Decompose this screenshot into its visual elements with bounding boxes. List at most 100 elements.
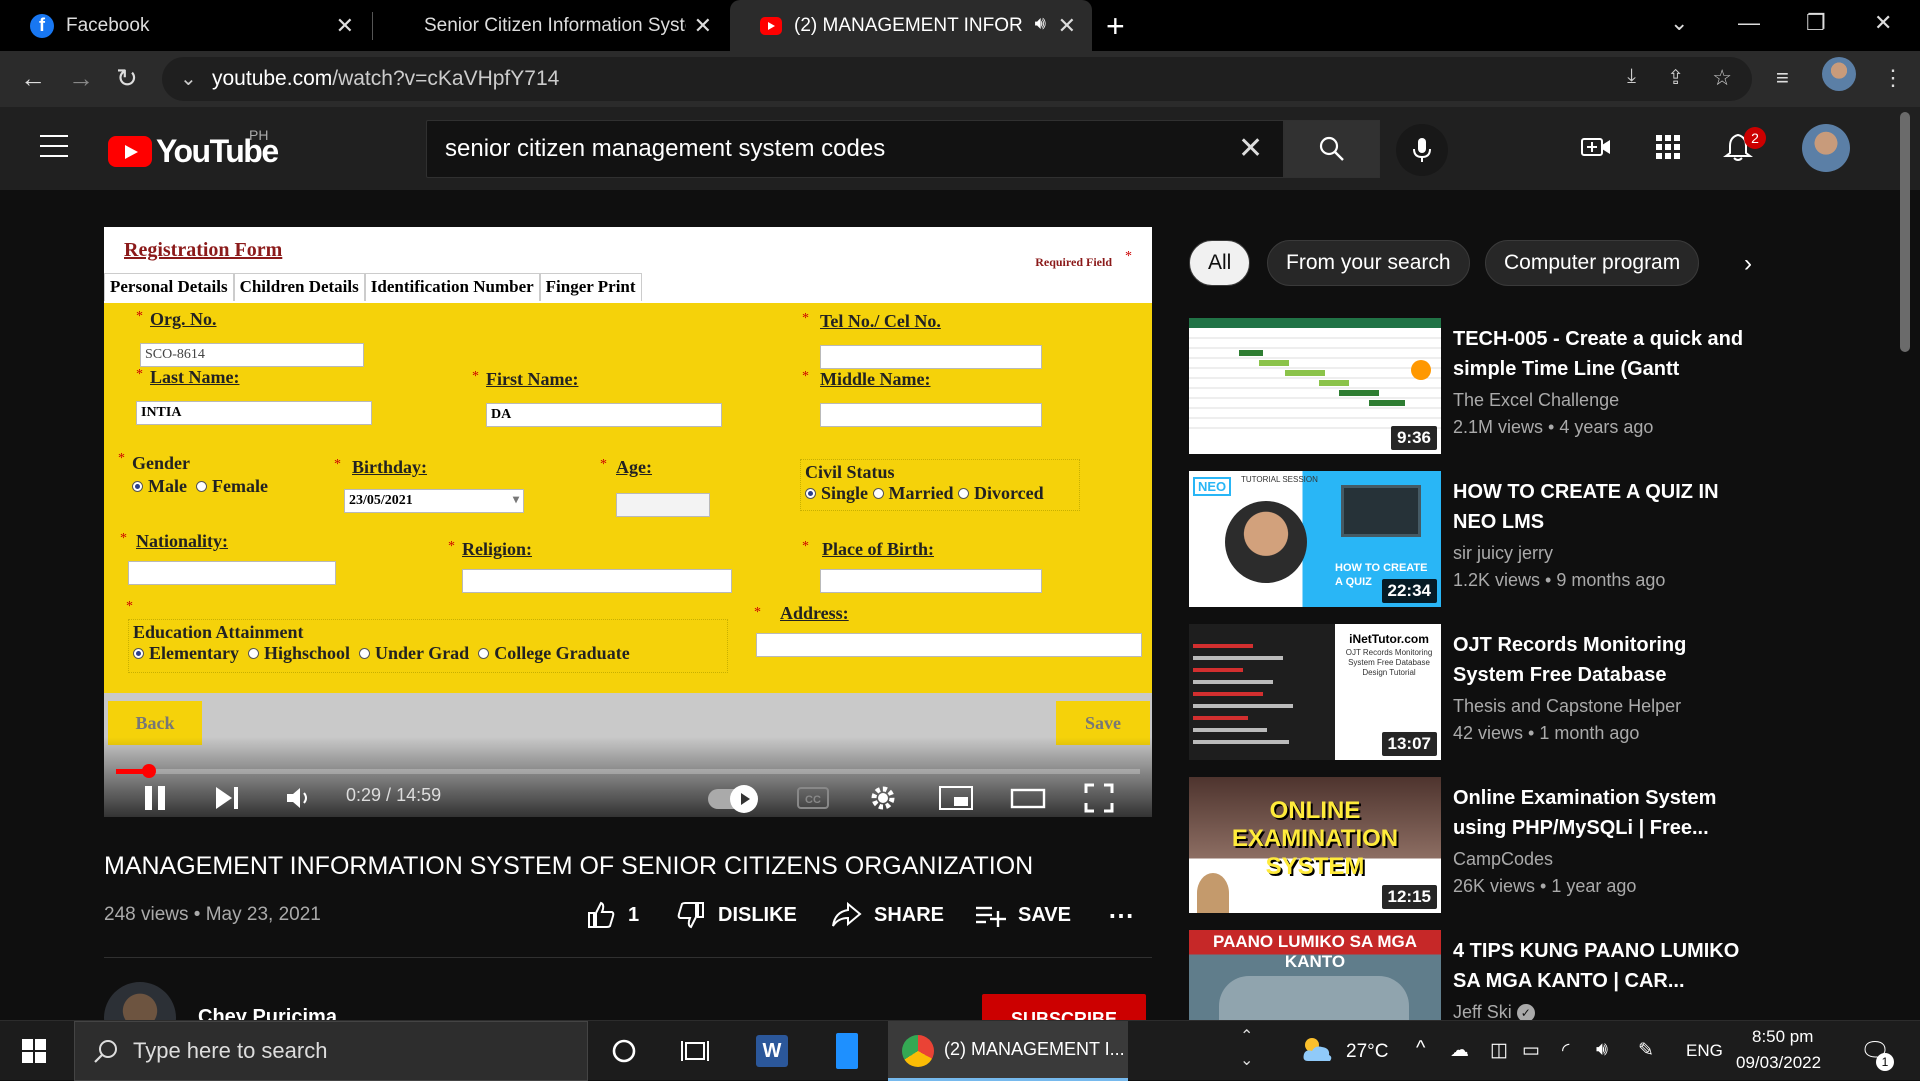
reload-icon[interactable]: ↻ <box>116 63 138 94</box>
search-input[interactable]: senior citizen management system codes <box>426 120 1284 178</box>
profile-avatar[interactable] <box>1822 57 1856 91</box>
back-arrow-icon[interactable]: ← <box>20 63 46 94</box>
share-button[interactable]: SHARE <box>830 900 944 930</box>
captions-icon[interactable]: CC <box>796 783 830 813</box>
recommendation-title[interactable]: TECH-005 - Create a quick and simple Tim… <box>1453 324 1753 384</box>
video-thumbnail[interactable]: iNetTutor.com OJT Records Monitoring Sys… <box>1189 624 1441 760</box>
fullscreen-icon[interactable] <box>1084 783 1114 813</box>
windows-start-icon[interactable] <box>22 1039 46 1063</box>
browser-menu-icon[interactable]: ⋮ <box>1882 65 1904 91</box>
close-icon[interactable]: ✕ <box>336 13 354 39</box>
close-icon[interactable]: ✕ <box>694 13 712 39</box>
tab-search-icon[interactable]: ⌄ <box>1670 10 1688 36</box>
miniplayer-icon[interactable] <box>938 783 974 813</box>
apps-grid-icon[interactable] <box>1652 131 1684 163</box>
recommendation-item[interactable]: ONLINE EXAMINATION SYSTEM 12:15 Online E… <box>1189 777 1749 915</box>
volume-icon[interactable] <box>284 783 314 813</box>
taskbar-clock-date[interactable]: 09/03/2022 <box>1736 1053 1821 1073</box>
battery-icon[interactable]: ▭ <box>1522 1039 1540 1062</box>
gender-group: Gender Male Female <box>128 451 300 509</box>
video-thumbnail[interactable]: NEO TUTORIAL SESSION HOW TO CREATE A QUI… <box>1189 471 1441 607</box>
taskbar-chrome-window[interactable]: (2) MANAGEMENT I... <box>888 1021 1128 1081</box>
address-field <box>756 633 1142 657</box>
recommendation-views: 42 views <box>1453 723 1524 743</box>
video-metadata: 248 views • May 23, 2021 <box>104 904 321 925</box>
pause-icon[interactable] <box>140 783 170 813</box>
weather-temperature[interactable]: 27°C <box>1346 1041 1388 1063</box>
onedrive-cloud-icon[interactable]: ☁ <box>1450 1039 1469 1062</box>
dislike-button[interactable]: DISLIKE <box>676 900 797 930</box>
speaker-volume-icon[interactable]: 🔊︎ <box>1596 1039 1608 1061</box>
chip-from-your-search[interactable]: From your search <box>1267 240 1470 286</box>
media-control-icon[interactable]: ≡ <box>1776 65 1789 91</box>
tab-youtube[interactable]: (2) MANAGEMENT INFORMA 🔊︎ ✕ <box>730 0 1092 51</box>
address-bar[interactable]: ⌄ youtube.com/watch?v=cKaVHpfY714 ☆ ⇪ ⤓ <box>162 57 1752 101</box>
show-hidden-icons-chevron-icon[interactable]: ^ <box>1416 1037 1425 1060</box>
hamburger-menu-icon[interactable] <box>40 135 68 157</box>
tray-scroll-arrows[interactable]: ⌃ ⌄ <box>1240 1025 1253 1073</box>
video-thumbnail[interactable]: ONLINE EXAMINATION SYSTEM 12:15 <box>1189 777 1441 913</box>
install-icon[interactable]: ⤓ <box>1627 65 1636 88</box>
calendar-dropdown-icon: ▾ <box>512 492 519 506</box>
autoplay-toggle[interactable] <box>708 785 758 813</box>
settings-gear-icon[interactable] <box>868 783 898 813</box>
progress-scrubber[interactable] <box>141 764 156 778</box>
audio-playing-icon[interactable]: 🔊︎ <box>1035 13 1046 34</box>
video-thumbnail[interactable]: 9:36 <box>1189 318 1441 454</box>
close-icon[interactable]: ✕ <box>1058 13 1076 39</box>
taskbar-search[interactable]: Type here to search <box>74 1021 588 1081</box>
window-close-icon[interactable]: ✕ <box>1874 10 1892 36</box>
label-civil-status: Civil Status <box>805 462 895 482</box>
tablet-app-icon[interactable] <box>836 1033 858 1069</box>
recommendation-item[interactable]: NEO TUTORIAL SESSION HOW TO CREATE A QUI… <box>1189 471 1749 609</box>
input-language[interactable]: ENG <box>1686 1041 1723 1061</box>
tab-senior-citizen[interactable]: Senior Citizen Information Systen ✕ <box>394 0 728 51</box>
youtube-logo[interactable]: YouTube PH <box>108 127 279 170</box>
search-button[interactable] <box>1284 120 1380 178</box>
cortana-icon[interactable] <box>610 1037 638 1065</box>
theater-mode-icon[interactable] <box>1010 783 1046 813</box>
radio-college-graduate <box>478 648 490 660</box>
recommendation-title[interactable]: OJT Records Monitoring System Free Datab… <box>1453 630 1753 690</box>
like-button[interactable]: 1 <box>586 900 639 930</box>
account-avatar[interactable] <box>1802 124 1850 172</box>
weather-cloud-sun-icon[interactable] <box>1300 1035 1334 1065</box>
option-male: Male <box>148 476 187 496</box>
create-video-icon[interactable] <box>1580 131 1612 163</box>
browser-toolbar: ← → ↻ ⌄ youtube.com/watch?v=cKaVHpfY714 … <box>0 51 1920 107</box>
label-place-of-birth: Place of Birth: <box>822 539 934 559</box>
notification-count-badge: 2 <box>1744 127 1766 149</box>
minimize-icon[interactable]: — <box>1738 10 1760 36</box>
new-tab-button[interactable]: + <box>1106 8 1125 45</box>
recommendation-title[interactable]: HOW TO CREATE A QUIZ IN NEO LMS <box>1453 477 1753 537</box>
chevron-right-icon[interactable]: › <box>1744 250 1752 278</box>
voice-search-button[interactable] <box>1396 124 1448 176</box>
bookmark-star-icon[interactable]: ☆ <box>1712 65 1732 91</box>
recommendation-item[interactable]: iNetTutor.com OJT Records Monitoring Sys… <box>1189 624 1749 762</box>
word-app-icon[interactable]: W <box>756 1035 788 1067</box>
pen-icon[interactable]: ✎ <box>1638 1039 1654 1062</box>
tab-facebook[interactable]: f Facebook ✕ <box>0 0 370 51</box>
recommendation-item[interactable]: 9:36 TECH-005 - Create a quick and simpl… <box>1189 318 1749 456</box>
birthday-value: 23/05/2021 <box>349 493 413 508</box>
wifi-icon[interactable]: ◜ <box>1562 1039 1569 1062</box>
page-scrollbar[interactable] <box>1900 112 1910 352</box>
video-player[interactable]: Registration Form Required Field * Perso… <box>104 227 1152 817</box>
taskbar-clock-time[interactable]: 8:50 pm <box>1752 1027 1813 1047</box>
forward-arrow-icon[interactable]: → <box>68 63 94 94</box>
chip-all[interactable]: All <box>1189 240 1251 286</box>
chip-computer-program[interactable]: Computer program <box>1485 240 1700 286</box>
site-info-icon[interactable]: ⌄ <box>180 66 197 91</box>
progress-bar[interactable] <box>116 764 1140 778</box>
required-star: * <box>334 457 341 472</box>
recommendation-title[interactable]: 4 TIPS KUNG PAANO LUMIKO SA MGA KANTO | … <box>1453 936 1753 996</box>
task-view-icon[interactable] <box>680 1037 710 1065</box>
recommendation-title[interactable]: Online Examination System using PHP/MySQ… <box>1453 783 1753 843</box>
share-icon[interactable]: ⇪ <box>1667 65 1684 90</box>
save-to-playlist-button[interactable]: SAVE <box>974 900 1071 930</box>
meet-now-icon[interactable]: ◫ <box>1490 1039 1508 1062</box>
restore-icon[interactable]: ❐ <box>1806 10 1826 36</box>
clear-search-icon[interactable]: ✕ <box>1238 131 1263 166</box>
more-actions-icon[interactable]: ⋯ <box>1108 900 1134 931</box>
next-video-icon[interactable] <box>212 783 242 813</box>
